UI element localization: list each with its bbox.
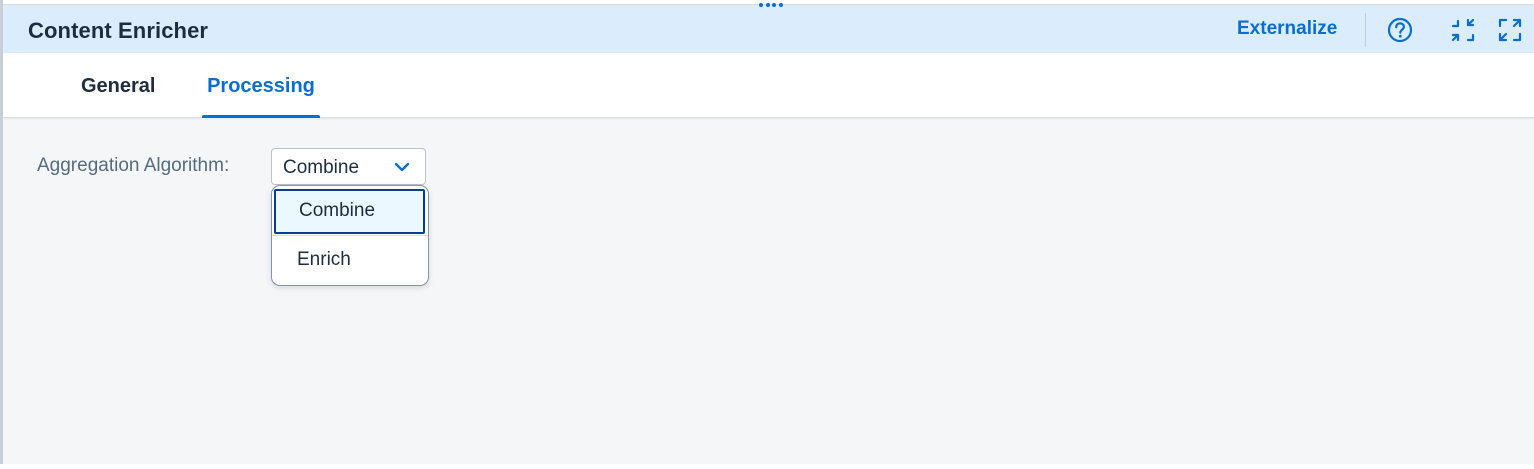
header-separator [1365, 13, 1366, 47]
bottom-strip [0, 464, 1534, 469]
select-value: Combine [283, 157, 360, 178]
content-enricher-panel: Content Enricher Externalize General Pro… [0, 0, 1534, 464]
enter-fullscreen-button[interactable] [1495, 15, 1525, 45]
exit-fullscreen-icon [1451, 18, 1475, 42]
chevron-down-icon[interactable] [393, 161, 411, 173]
tab-bar: General Processing [3, 53, 1534, 118]
panel-title: Content Enricher [28, 18, 209, 43]
aggregation-dropdown-list: Combine Enrich [271, 185, 429, 286]
help-icon [1387, 17, 1413, 43]
option-enrich[interactable]: Enrich [272, 236, 428, 283]
option-combine[interactable]: Combine [274, 189, 425, 234]
tab-processing[interactable]: Processing [202, 53, 320, 118]
resize-handle-icon[interactable] [759, 3, 783, 9]
enter-fullscreen-icon [1498, 18, 1522, 42]
externalize-button[interactable]: Externalize [1237, 18, 1337, 40]
tab-general[interactable]: General [81, 53, 155, 117]
panel-header: Content Enricher Externalize [3, 5, 1534, 53]
help-button[interactable] [1385, 15, 1415, 45]
aggregation-algorithm-select[interactable]: Combine [271, 148, 426, 185]
exit-fullscreen-button[interactable] [1448, 15, 1478, 45]
aggregation-algorithm-label: Aggregation Algorithm: [37, 155, 230, 176]
